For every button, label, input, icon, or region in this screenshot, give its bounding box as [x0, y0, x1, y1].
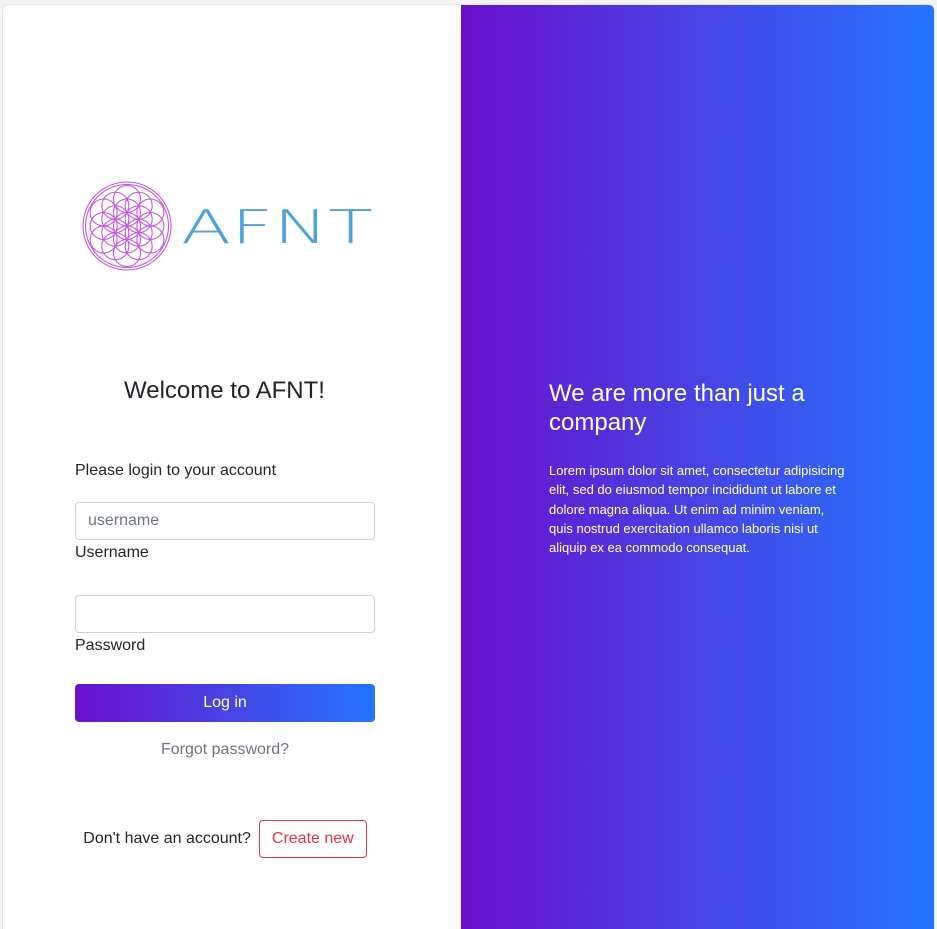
password-label: Password [75, 637, 146, 654]
username-label: Username [75, 544, 149, 561]
login-button[interactable]: Log in [75, 684, 375, 722]
no-account-text: Don't have an account? [83, 830, 251, 847]
username-input[interactable] [75, 502, 375, 540]
welcome-title: Welcome to AFNT! [124, 377, 325, 404]
login-prompt: Please login to your account [75, 462, 277, 479]
create-account-button[interactable]: Create new [258, 820, 367, 858]
signup-row: Don't have an account? Create new [75, 820, 375, 858]
flower-of-life-icon [82, 181, 172, 271]
forgot-password-link[interactable]: Forgot password? [75, 741, 375, 759]
login-panel: AFNT Welcome to AFNT! Please login to yo… [3, 5, 461, 929]
promo-body: Lorem ipsum dolor sit amet, consectetur … [549, 463, 845, 556]
promo-heading: We are more than just a company [549, 380, 805, 436]
promo-panel: We are more than just a company Lorem ip… [461, 5, 934, 929]
password-input[interactable] [75, 595, 375, 633]
brand-logo: AFNT [79, 177, 379, 273]
logo-svg: AFNT [82, 181, 373, 271]
login-form: Please login to your account Username Pa… [75, 460, 375, 759]
login-card: AFNT Welcome to AFNT! Please login to yo… [2, 4, 935, 929]
logo-text: AFNT [181, 200, 373, 254]
